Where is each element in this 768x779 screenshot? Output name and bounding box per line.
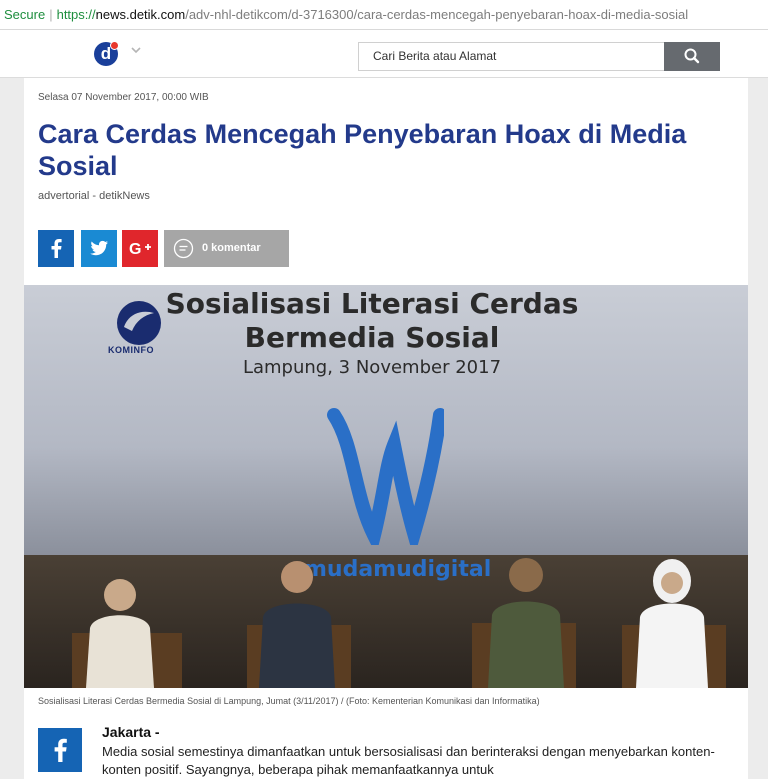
twitter-icon: [90, 240, 108, 256]
share-facebook-button[interactable]: [38, 230, 74, 267]
facebook-icon: [54, 738, 67, 762]
facebook-icon: [51, 239, 62, 258]
svg-text:G: G: [129, 241, 141, 258]
article-byline: advertorial - detikNews: [38, 190, 150, 202]
mudamudigital-logo-icon: [327, 408, 444, 545]
search-input[interactable]: Cari Berita atau Alamat: [358, 42, 664, 71]
search-icon: [684, 48, 700, 64]
site-header: d Cari Berita atau Alamat: [0, 30, 768, 78]
photo-banner-line3: Lampung, 3 November 2017: [242, 357, 502, 378]
search-button[interactable]: [664, 42, 720, 71]
share-googleplus-button[interactable]: G: [122, 230, 158, 267]
secure-label: Secure: [4, 7, 46, 22]
article-photo[interactable]: KOMINFO Sosialisasi Literasi Cerdas Berm…: [24, 285, 748, 688]
photo-banner-line1: Sosialisasi Literasi Cerdas: [165, 287, 579, 320]
article-dateline: Jakarta -: [102, 724, 160, 740]
photo-caption: Sosialisasi Literasi Cerdas Bermedia Sos…: [38, 696, 540, 706]
article: Selasa 07 November 2017, 00:00 WIB Cara …: [24, 78, 748, 779]
speaker-1: [72, 579, 182, 688]
article-date: Selasa 07 November 2017, 00:00 WIB: [38, 92, 209, 103]
logo-dot: [110, 41, 119, 50]
article-lead: Media sosial semestinya dimanfaatkan unt…: [102, 744, 715, 777]
url-host: news.detik.com: [95, 7, 186, 22]
speaker-3: [472, 558, 576, 688]
comment-icon: [173, 238, 194, 259]
speaker-2: [247, 561, 351, 688]
share-twitter-button[interactable]: [81, 230, 117, 267]
url-scheme: https://: [56, 7, 96, 22]
comment-count: 0 komentar: [202, 242, 261, 254]
url-path: /adv-nhl-detikcom/d-3716300/cara-cerdas-…: [185, 7, 689, 22]
body-facebook-badge[interactable]: [38, 728, 82, 772]
address-bar[interactable]: Secure | https://news.detik.com/adv-nhl-de…: [0, 0, 768, 30]
photo-banner-line2: Bermedia Sosial: [244, 321, 500, 354]
speaker-4: [622, 559, 726, 688]
comment-button[interactable]: 0 komentar: [164, 230, 289, 267]
article-title: Cara Cerdas Mencegah Penyebaran Hoax di …: [38, 119, 687, 181]
detik-logo[interactable]: d: [94, 41, 119, 66]
google-plus-icon: G: [129, 241, 151, 258]
chevron-down-icon[interactable]: [128, 44, 144, 60]
address-separator: |: [49, 7, 53, 22]
